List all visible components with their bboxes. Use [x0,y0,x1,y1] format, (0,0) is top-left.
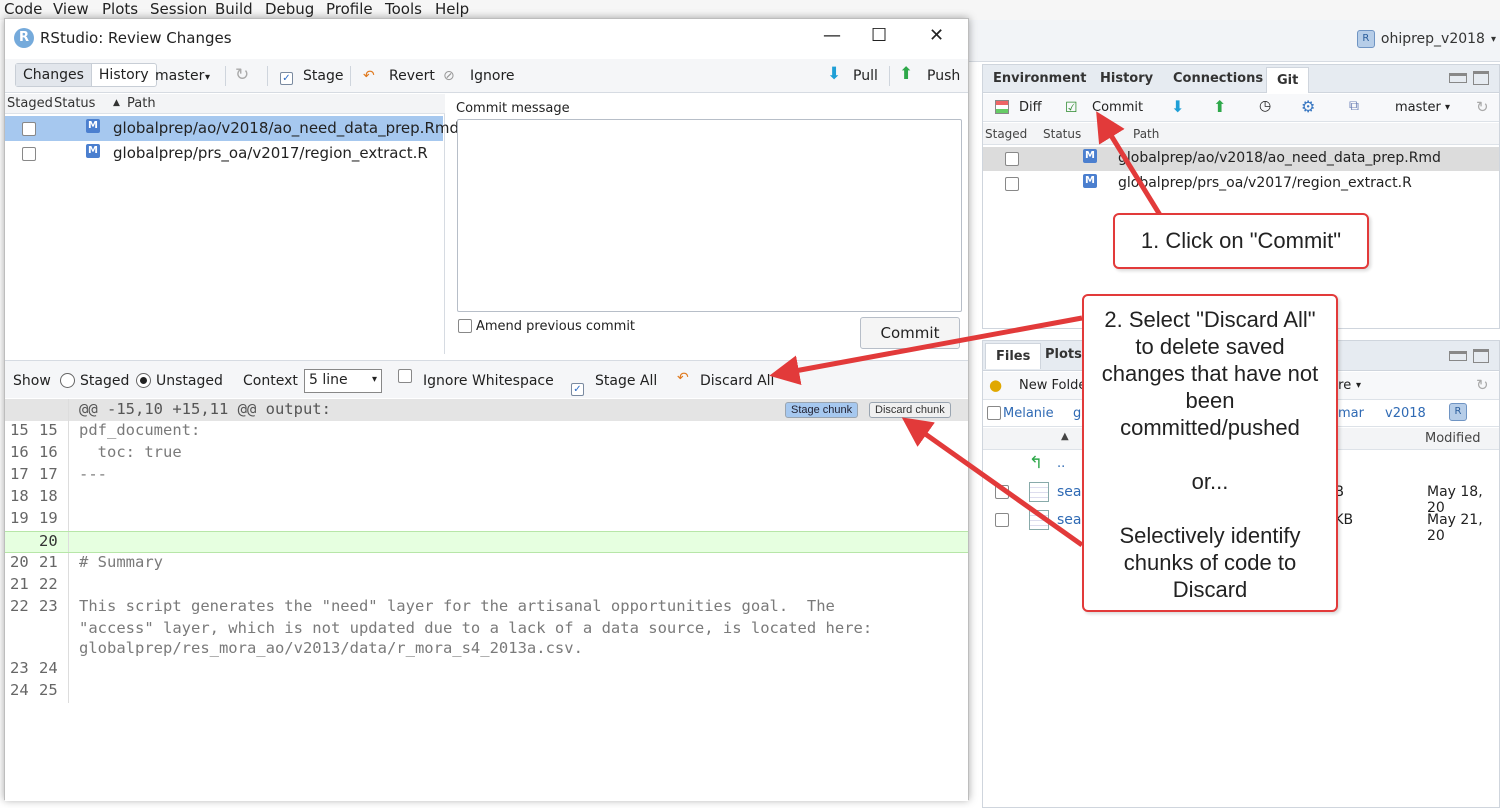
callout-step-2: 2. Select "Discard All" to delete saved … [1082,294,1338,612]
callout-step-1: 1. Click on "Commit" [1113,213,1369,269]
callout-step-2-alt: Selectively identify chunks of code to D… [1119,523,1301,602]
callout-step-2-or: or... [1191,469,1229,494]
arrow-to-commit [1096,111,1163,217]
arrow-to-discard-all [769,315,1083,386]
callout-step-2-text: 2. Select "Discard All" to delete saved … [1101,307,1319,440]
arrow-to-discard-chunk [901,417,1084,548]
